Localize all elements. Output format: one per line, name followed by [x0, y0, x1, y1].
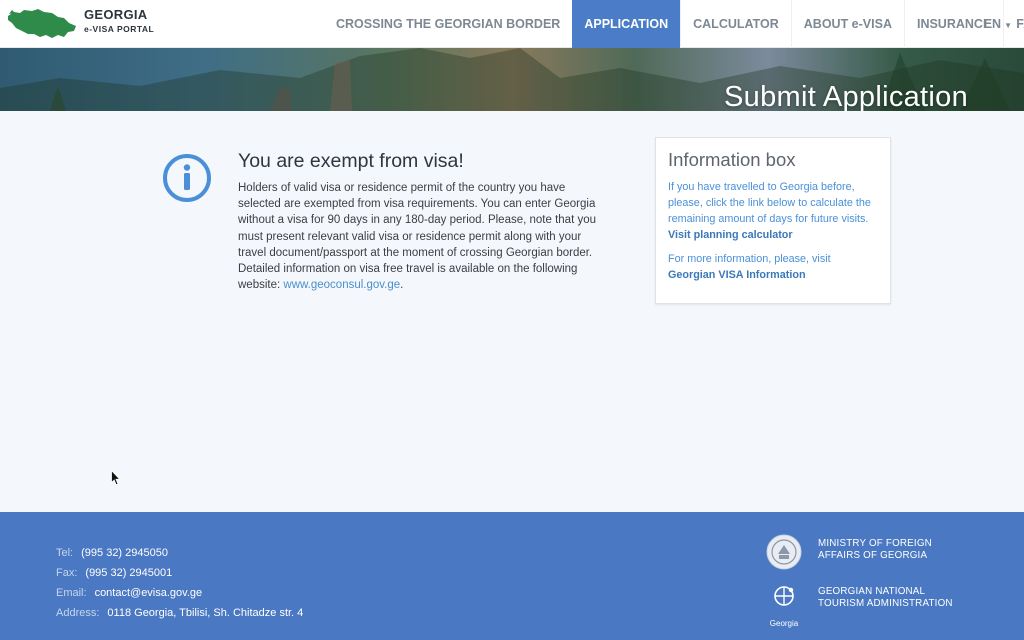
language-selector[interactable]: EN ▼ [984, 0, 1012, 48]
contact-info: Tel: (995 32) 2945050 Fax: (995 32) 294500… [56, 543, 303, 623]
info-visa-text: For more information, please, visit [668, 253, 831, 265]
info-box-title: Information box [668, 149, 796, 170]
nav-application[interactable]: APPLICATION [572, 0, 681, 48]
exempt-body-text: Holders of valid visa or residence permi… [238, 182, 596, 292]
contact-fax-key: Fax: [56, 567, 78, 579]
georgia-tourism-logo-icon [774, 586, 794, 606]
contact-email: Email: contact@evisa.gov.ge [56, 583, 303, 603]
contact-email-link[interactable]: contact@evisa.gov.ge [95, 587, 203, 599]
mouse-pointer-icon [111, 470, 121, 486]
nav-crossing-border[interactable]: CROSSING THE GEORGIAN BORDER [324, 0, 572, 48]
org-mfa-name: MINISTRY OF FOREIGN AFFAIRS OF GEORGIA [818, 538, 932, 561]
exempt-link-suffix: . [400, 279, 404, 292]
nav-about-evisa[interactable]: ABOUT e-VISA [790, 0, 904, 48]
info-calculator-text: If you have travelled to Georgia before,… [668, 181, 871, 225]
language-label: EN [983, 17, 1002, 31]
visit-planning-calculator-link[interactable]: Visit planning calculator [668, 227, 882, 243]
exempt-title: You are exempt from visa! [238, 150, 464, 172]
page-banner: Submit Application [0, 48, 1024, 111]
information-box: Information box If you have travelled to… [655, 137, 891, 304]
nav-calculator[interactable]: CALCULATOR [680, 0, 791, 48]
info-circle-icon [163, 154, 211, 202]
site-header: GEORGIA e-VISA PORTAL CROSSING THE GEORG… [0, 0, 1024, 48]
site-footer: Tel: (995 32) 2945050 Fax: (995 32) 294500… [0, 512, 1024, 640]
contact-fax-value: (995 32) 2945001 [85, 567, 173, 579]
contact-tel-value: (995 32) 2945050 [81, 547, 168, 559]
main-content: You are exempt from visa! Holders of val… [0, 111, 1024, 512]
brand-subtitle: e-VISA PORTAL [84, 24, 155, 34]
main-nav: CROSSING THE GEORGIAN BORDER APPLICATION… [324, 0, 1024, 48]
contact-tel-key: Tel: [56, 547, 74, 559]
info-paragraph-calculator: If you have travelled to Georgia before,… [668, 179, 882, 243]
page-title: Submit Application [724, 81, 968, 111]
info-paragraph-visa-info: For more information, please, visit Geor… [668, 251, 882, 283]
geoconsul-link[interactable]: www.geoconsul.gov.ge [283, 279, 400, 291]
exempt-description: Holders of valid visa or residence permi… [238, 180, 608, 293]
georgia-map-logo-icon[interactable] [6, 4, 78, 42]
org-gnta-caption: Georgia [769, 619, 799, 628]
contact-email-key: Email: [56, 587, 87, 599]
mfa-emblem-icon [766, 534, 802, 570]
contact-address-value: 0118 Georgia, Tbilisi, Sh. Chitadze str.… [107, 607, 304, 619]
contact-address: Address: 0118 Georgia, Tbilisi, Sh. Chita… [56, 603, 303, 623]
org-gnta-name: GEORGIAN NATIONAL TOURISM ADMINISTRATION [818, 586, 953, 609]
contact-fax: Fax: (995 32) 2945001 [56, 563, 303, 583]
contact-tel: Tel: (995 32) 2945050 [56, 543, 303, 563]
caret-down-icon: ▼ [1004, 21, 1012, 30]
contact-address-key: Address: [56, 607, 100, 619]
brand-title: GEORGIA [84, 7, 148, 22]
brand[interactable]: GEORGIA e-VISA PORTAL [84, 7, 155, 35]
georgian-visa-information-link[interactable]: Georgian VISA Information [668, 267, 882, 283]
